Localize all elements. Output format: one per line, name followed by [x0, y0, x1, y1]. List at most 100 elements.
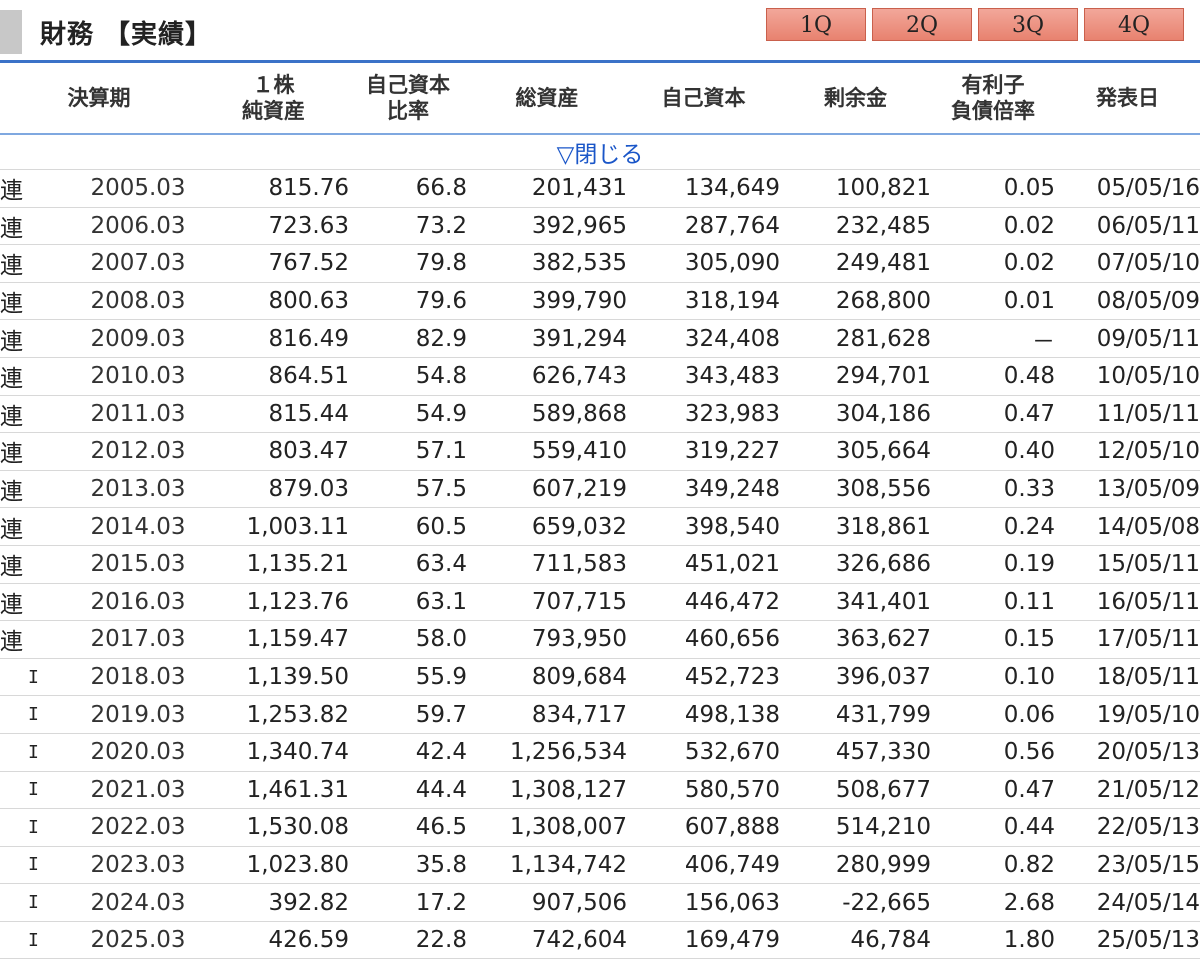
- col-header-line: 比率: [387, 99, 429, 123]
- row-kind: I: [0, 658, 78, 697]
- row-kind: 連: [0, 282, 78, 321]
- row-kind: I: [0, 733, 78, 772]
- fiscal-period: 2013.03: [78, 470, 198, 509]
- col-header: 総資産: [467, 63, 627, 135]
- shareholders-equity: 452,723: [627, 658, 780, 697]
- equity-ratio: 79.8: [349, 244, 467, 283]
- shareholders-equity: 446,472: [627, 583, 780, 622]
- shareholders-equity: 323,983: [627, 395, 780, 434]
- fiscal-period: 2021.03: [78, 771, 198, 810]
- equity-ratio: 63.4: [349, 545, 467, 584]
- book-value-per-share: 800.63: [198, 282, 349, 321]
- retained-earnings: 249,481: [780, 244, 931, 283]
- announcement-date: 11/05/11: [1055, 395, 1200, 434]
- row-kind: 連: [0, 620, 78, 659]
- fiscal-period: 2011.03: [78, 395, 198, 434]
- announcement-date: 16/05/11: [1055, 583, 1200, 622]
- fiscal-period: 2015.03: [78, 545, 198, 584]
- col-header: 決算期: [0, 63, 198, 135]
- total-assets: 559,410: [467, 432, 627, 471]
- row-kind: 連: [0, 395, 78, 434]
- col-header-line: 有利子: [961, 73, 1025, 97]
- debt-equity-ratio: 2.68: [931, 883, 1055, 922]
- fiscal-period: 2005.03: [78, 169, 198, 208]
- shareholders-equity: 460,656: [627, 620, 780, 659]
- row-kind: 連: [0, 507, 78, 546]
- table-row: I 2021.03 1,461.31 44.4 1,308,127 580,570 508,…: [0, 771, 1200, 810]
- table-row: 連 2016.03 1,123.76 63.1 707,715 446,472 341,40…: [0, 583, 1200, 622]
- row-kind: 連: [0, 244, 78, 283]
- table-row: I 2018.03 1,139.50 55.9 809,684 452,723 396,03…: [0, 658, 1200, 697]
- book-value-per-share: 1,003.11: [198, 507, 349, 546]
- book-value-per-share: 815.76: [198, 169, 349, 208]
- retained-earnings: 268,800: [780, 282, 931, 321]
- total-assets: 711,583: [467, 545, 627, 584]
- debt-equity-ratio: 1.80: [931, 921, 1055, 959]
- shareholders-equity: 318,194: [627, 282, 780, 321]
- total-assets: 1,256,534: [467, 733, 627, 772]
- table-row: 連 2009.03 816.49 82.9 391,294 324,408 281,628 －…: [0, 319, 1200, 358]
- retained-earnings: 363,627: [780, 620, 931, 659]
- table-row: 連 2005.03 815.76 66.8 201,431 134,649 100,821 0…: [0, 169, 1200, 208]
- tab-3q[interactable]: 3Q: [978, 8, 1078, 41]
- shareholders-equity: 406,749: [627, 846, 780, 885]
- fiscal-period: 2008.03: [78, 282, 198, 321]
- row-kind: 連: [0, 357, 78, 396]
- book-value-per-share: 426.59: [198, 921, 349, 959]
- equity-ratio: 79.6: [349, 282, 467, 321]
- quarter-tabs: 1Q 2Q 3Q 4Q: [766, 8, 1184, 41]
- total-assets: 391,294: [467, 319, 627, 358]
- equity-ratio: 44.4: [349, 771, 467, 810]
- financial-table: 決算期 １株 純資産 自己資本 比率 総資産 自己資本 剰余金 有利子 負債倍率 発表…: [0, 63, 1200, 959]
- fiscal-period: 2024.03: [78, 883, 198, 922]
- announcement-date: 06/05/11: [1055, 207, 1200, 246]
- shareholders-equity: 398,540: [627, 507, 780, 546]
- book-value-per-share: 1,139.50: [198, 658, 349, 697]
- col-header: １株 純資産: [198, 63, 349, 135]
- book-value-per-share: 1,023.80: [198, 846, 349, 885]
- row-kind: I: [0, 846, 78, 885]
- table-row: 連 2007.03 767.52 79.8 382,535 305,090 249,481 0…: [0, 244, 1200, 283]
- row-kind: I: [0, 921, 78, 959]
- table-row: 連 2012.03 803.47 57.1 559,410 319,227 305,664 0…: [0, 432, 1200, 471]
- section-title: 財務 【実績】: [40, 20, 213, 50]
- table-row: 連 2006.03 723.63 73.2 392,965 287,764 232,485 0…: [0, 207, 1200, 246]
- table-row: I 2022.03 1,530.08 46.5 1,308,007 607,888 514,…: [0, 808, 1200, 847]
- tab-1q[interactable]: 1Q: [766, 8, 866, 41]
- book-value-per-share: 1,135.21: [198, 545, 349, 584]
- row-kind: 連: [0, 169, 78, 208]
- row-kind: 連: [0, 319, 78, 358]
- table-row: 連 2010.03 864.51 54.8 626,743 343,483 294,701 0…: [0, 357, 1200, 396]
- collapse-link[interactable]: ▽閉じる: [0, 134, 1200, 170]
- col-header: 自己資本 比率: [349, 63, 467, 135]
- debt-equity-ratio: 0.33: [931, 470, 1055, 509]
- debt-equity-ratio: 0.11: [931, 583, 1055, 622]
- retained-earnings: 396,037: [780, 658, 931, 697]
- total-assets: 834,717: [467, 695, 627, 734]
- tab-2q[interactable]: 2Q: [872, 8, 972, 41]
- fiscal-period: 2018.03: [78, 658, 198, 697]
- shareholders-equity: 305,090: [627, 244, 780, 283]
- equity-ratio: 22.8: [349, 921, 467, 959]
- tab-4q[interactable]: 4Q: [1084, 8, 1184, 41]
- table-row: I 2024.03 392.82 17.2 907,506 156,063 -22,665 2…: [0, 883, 1200, 922]
- debt-equity-ratio: 0.44: [931, 808, 1055, 847]
- retained-earnings: 100,821: [780, 169, 931, 208]
- total-assets: 707,715: [467, 583, 627, 622]
- equity-ratio: 54.9: [349, 395, 467, 434]
- table-row: I 2023.03 1,023.80 35.8 1,134,742 406,749 280,…: [0, 846, 1200, 885]
- equity-ratio: 35.8: [349, 846, 467, 885]
- debt-equity-ratio: 0.56: [931, 733, 1055, 772]
- collapse-row: ▽閉じる: [0, 134, 1200, 170]
- retained-earnings: 318,861: [780, 507, 931, 546]
- total-assets: 392,965: [467, 207, 627, 246]
- debt-equity-ratio: 0.24: [931, 507, 1055, 546]
- book-value-per-share: 816.49: [198, 319, 349, 358]
- shareholders-equity: 319,227: [627, 432, 780, 471]
- retained-earnings: 514,210: [780, 808, 931, 847]
- debt-equity-ratio: 0.40: [931, 432, 1055, 471]
- book-value-per-share: 392.82: [198, 883, 349, 922]
- fiscal-period: 2025.03: [78, 921, 198, 959]
- col-header: 剰余金: [780, 63, 931, 135]
- book-value-per-share: 879.03: [198, 470, 349, 509]
